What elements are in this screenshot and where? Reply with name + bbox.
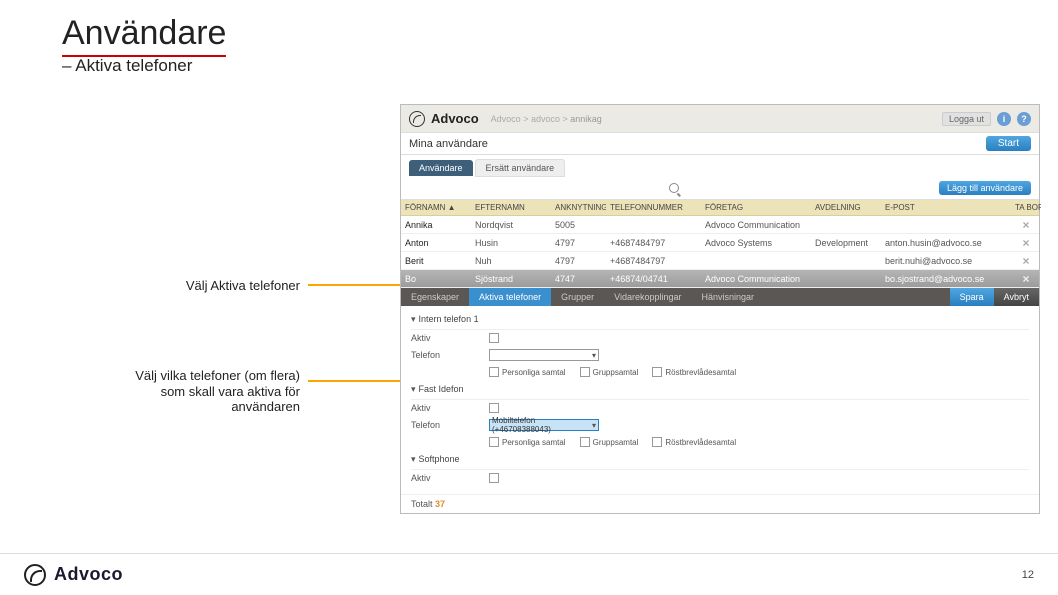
col-tabort: TA BORT xyxy=(1011,203,1041,212)
call-type-group-2: Personliga samtal Gruppsamtal Röstbrevlå… xyxy=(489,437,736,447)
cell-phone: +4687484797 xyxy=(606,256,701,266)
chk-rostbrevlada[interactable] xyxy=(652,367,662,377)
cell-email: berit.nuhi@advoco.se xyxy=(881,256,1011,266)
tab-anvandare[interactable]: Användare xyxy=(409,160,473,176)
cell-email: bo.sjostrand@advoco.se xyxy=(881,274,1011,284)
section-softphone[interactable]: ▾Softphone xyxy=(411,450,1029,470)
cell-last: Nordqvist xyxy=(471,220,551,230)
table-row-selected[interactable]: Bo Sjöstrand 4747 +46874/04741 Advoco Co… xyxy=(401,270,1039,288)
footer-logo: Advoco xyxy=(24,564,123,586)
delete-row-icon[interactable]: × xyxy=(1011,236,1041,250)
cell-first: Bo xyxy=(401,274,471,284)
call-type-group: Personliga samtal Gruppsamtal Röstbrevlå… xyxy=(489,367,736,377)
cell-email: anton.husin@advoco.se xyxy=(881,238,1011,248)
help-icon[interactable]: ? xyxy=(1017,112,1031,126)
detail-body: ▾Intern telefon 1 Aktiv Telefon Personli… xyxy=(401,306,1039,494)
cell-company: Advoco Systems xyxy=(701,238,811,248)
app-name: Advoco xyxy=(431,111,479,126)
advoco-footer-icon xyxy=(24,564,46,586)
footer-brand: Advoco xyxy=(54,564,123,585)
section-title: Mina användare xyxy=(409,138,488,150)
telefon-dropdown-highlighted[interactable]: Mobiltelefon (+46708388043) xyxy=(489,419,599,431)
cell-dept: Development xyxy=(811,238,881,248)
add-user-button[interactable]: Lägg till användare xyxy=(939,181,1031,195)
cell-first: Anton xyxy=(401,238,471,248)
chk-rostbrevlada-2[interactable] xyxy=(652,437,662,447)
cell-company: Advoco Communication xyxy=(701,274,811,284)
search-area[interactable] xyxy=(409,183,939,193)
cell-ext: 4797 xyxy=(551,238,606,248)
col-anknytning[interactable]: ANKNYTNING xyxy=(551,203,606,212)
cell-ext: 4797 xyxy=(551,256,606,266)
cell-last: Sjöstrand xyxy=(471,274,551,284)
cell-ext: 4747 xyxy=(551,274,606,284)
detail-tab-aktiva-telefoner[interactable]: Aktiva telefoner xyxy=(469,288,551,306)
chk-personliga-2[interactable] xyxy=(489,437,499,447)
table-row[interactable]: Anton Husin 4797 +4687484797 Advoco Syst… xyxy=(401,234,1039,252)
cell-phone: +46874/04741 xyxy=(606,274,701,284)
label-telefon-2: Telefon xyxy=(411,420,481,430)
annotation-valj-telefoner: Välj vilka telefoner (om flera) som skal… xyxy=(120,368,300,415)
advoco-logo-icon xyxy=(409,111,425,127)
total-row: Totalt 37 xyxy=(401,494,1039,513)
start-button[interactable]: Start xyxy=(986,136,1031,151)
label-aktiv-2: Aktiv xyxy=(411,403,481,413)
col-epost[interactable]: E-POST xyxy=(881,203,1011,212)
app-screenshot: Advoco Advoco > advoco > annikag Logga u… xyxy=(400,104,1040,514)
detail-tab-vidarekopplingar[interactable]: Vidarekopplingar xyxy=(604,288,691,306)
telefon-dropdown[interactable] xyxy=(489,349,599,361)
cell-last: Nuh xyxy=(471,256,551,266)
cell-ext: 5005 xyxy=(551,220,606,230)
table-header-row: FÖRNAMN ▲ EFTERNAMN ANKNYTNING TELEFONNU… xyxy=(401,200,1039,216)
top-tab-row: Användare Ersätt användare xyxy=(401,155,1039,177)
save-button[interactable]: Spara xyxy=(950,288,994,306)
cell-first: Annika xyxy=(401,220,471,230)
col-telefon[interactable]: TELEFONNUMMER xyxy=(606,203,701,212)
breadcrumb: Advoco > advoco > annikag xyxy=(491,114,602,124)
delete-row-icon[interactable]: × xyxy=(1011,254,1041,268)
info-icon[interactable]: i xyxy=(997,112,1011,126)
col-efternamn[interactable]: EFTERNAMN xyxy=(471,203,551,212)
col-avdelning[interactable]: AVDELNING xyxy=(811,203,881,212)
delete-row-icon[interactable]: × xyxy=(1011,272,1041,286)
search-icon xyxy=(669,183,679,193)
cell-last: Husin xyxy=(471,238,551,248)
chk-personliga[interactable] xyxy=(489,367,499,377)
chk-gruppsamtal[interactable] xyxy=(580,367,590,377)
label-aktiv-3: Aktiv xyxy=(411,473,481,483)
slide-title: Användare xyxy=(62,14,226,57)
chk-gruppsamtal-2[interactable] xyxy=(580,437,590,447)
slide-footer: Advoco 12 xyxy=(0,553,1058,595)
section-fast-telefon[interactable]: ▾Fast Idefon xyxy=(411,380,1029,400)
detail-tab-row: Egenskaper Aktiva telefoner Grupper Vida… xyxy=(401,288,1039,306)
detail-tab-grupper[interactable]: Grupper xyxy=(551,288,604,306)
col-fornamn[interactable]: FÖRNAMN ▲ xyxy=(401,203,471,212)
detail-tab-hanvisningar[interactable]: Hänvisningar xyxy=(692,288,765,306)
delete-row-icon[interactable]: × xyxy=(1011,218,1041,232)
cell-company: Advoco Communication xyxy=(701,220,811,230)
app-topbar: Advoco Advoco > advoco > annikag Logga u… xyxy=(401,105,1039,133)
label-telefon: Telefon xyxy=(411,350,481,360)
section-intern-telefon[interactable]: ▾Intern telefon 1 xyxy=(411,310,1029,330)
table-row[interactable]: Berit Nuh 4797 +4687484797 berit.nuhi@ad… xyxy=(401,252,1039,270)
detail-tab-egenskaper[interactable]: Egenskaper xyxy=(401,288,469,306)
aktiv-checkbox-2[interactable] xyxy=(489,403,499,413)
label-aktiv: Aktiv xyxy=(411,333,481,343)
annotation-aktiva-telefoner: Välj Aktiva telefoner xyxy=(130,278,300,293)
cancel-button[interactable]: Avbryt xyxy=(994,288,1039,306)
aktiv-checkbox-3[interactable] xyxy=(489,473,499,483)
slide-subtitle: – Aktiva telefoner xyxy=(62,56,192,76)
cell-phone: +4687484797 xyxy=(606,238,701,248)
search-row: Lägg till användare xyxy=(401,177,1039,200)
section-bar: Mina användare Start xyxy=(401,133,1039,155)
cell-first: Berit xyxy=(401,256,471,266)
logout-button[interactable]: Logga ut xyxy=(942,112,991,126)
table-row[interactable]: Annika Nordqvist 5005 Advoco Communicati… xyxy=(401,216,1039,234)
page-number: 12 xyxy=(1022,569,1034,581)
tab-ersatt-anvandare[interactable]: Ersätt användare xyxy=(475,159,566,177)
aktiv-checkbox[interactable] xyxy=(489,333,499,343)
col-foretag[interactable]: FÖRETAG xyxy=(701,203,811,212)
